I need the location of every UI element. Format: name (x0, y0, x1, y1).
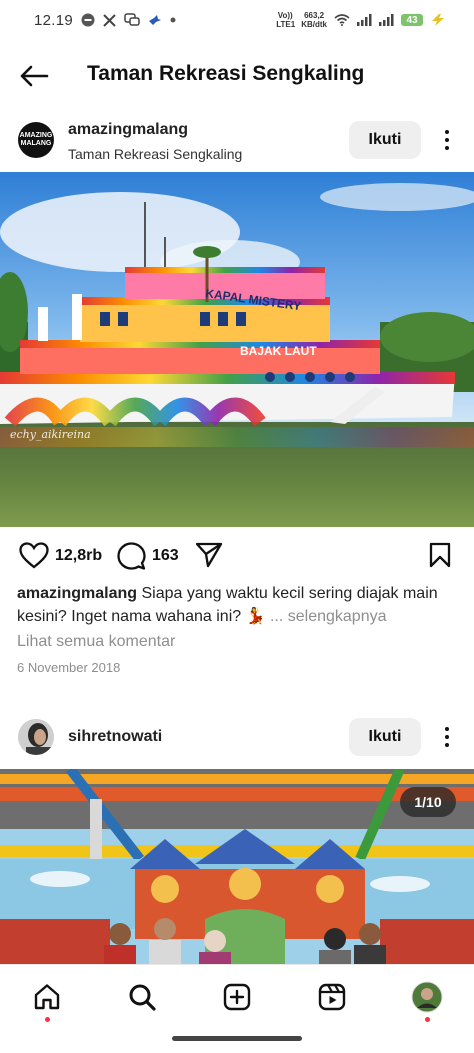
home-notification-dot (45, 1017, 50, 1022)
more-options-button[interactable] (436, 125, 458, 155)
avatar-logo-line2: MALANG (20, 140, 52, 147)
share-button[interactable] (195, 542, 223, 568)
more-notifications-icon (170, 17, 176, 23)
profile-notification-dot (425, 1017, 430, 1022)
create-icon (223, 983, 251, 1011)
dot (445, 130, 449, 134)
data-speed-unit: KB/dtk (301, 20, 327, 29)
follow-button[interactable]: Ikuti (349, 121, 421, 159)
dot (445, 138, 449, 142)
dot (445, 735, 449, 739)
comment-count: 163 (152, 547, 179, 564)
post-username-2[interactable]: sihretnowati (68, 728, 162, 746)
network-type: Vo)) LTE1 (276, 11, 296, 29)
post-date: 6 November 2018 (17, 660, 121, 675)
bird-app-icon (148, 14, 162, 26)
chat-icon (124, 13, 140, 27)
search-icon (129, 984, 156, 1011)
profile-avatar (411, 981, 443, 1013)
image-counter: 1/10 (400, 787, 456, 817)
dot (445, 743, 449, 747)
status-bar: 12.19 Vo)) LTE1 663,2 KB/dtk 43 (0, 0, 474, 40)
battery-indicator: 43 (401, 14, 423, 26)
heart-icon (19, 542, 49, 569)
post-actions: 12,8rb 163 (0, 536, 474, 576)
nav-reels[interactable] (316, 981, 348, 1013)
status-time: 12.19 (34, 11, 74, 29)
charging-icon (430, 14, 446, 26)
avatar-logo-line1: AMAZING (19, 132, 53, 139)
home-icon (34, 984, 60, 1010)
comment-icon (117, 542, 146, 570)
like-count: 12,8rb (55, 546, 103, 564)
view-all-comments-link[interactable]: Lihat semua komentar (17, 633, 175, 651)
image-watermark: echy_aikireina (10, 428, 91, 441)
data-speed: 663,2 KB/dtk (301, 11, 327, 29)
post-username[interactable]: amazingmalang (68, 121, 188, 139)
page-title: Taman Rekreasi Sengkaling (87, 62, 365, 85)
home-indicator (172, 1036, 302, 1041)
x-app-icon (103, 13, 116, 27)
boat-photo: KAPAL MISTERY BAJAK LAUT (0, 172, 474, 527)
like-button[interactable]: 12,8rb (19, 542, 102, 569)
nav-home[interactable] (31, 981, 63, 1013)
more-options-button-2[interactable] (436, 722, 458, 752)
signal-icon-2 (379, 14, 394, 26)
caption-username[interactable]: amazingmalang (17, 585, 137, 602)
reels-icon (318, 983, 346, 1011)
post-image[interactable]: KAPAL MISTERY BAJAK LAUT echy_aikireina (0, 172, 474, 527)
dnd-icon (81, 13, 95, 27)
post-header-2: sihretnowati Ikuti (0, 709, 474, 765)
bookmark-icon (429, 542, 451, 568)
wifi-icon (334, 14, 350, 26)
nav-search[interactable] (126, 981, 158, 1013)
boat-sign-bottom: BAJAK LAUT (240, 344, 317, 358)
post-caption: amazingmalang Siapa yang waktu kecil ser… (17, 582, 457, 628)
post-image-2[interactable]: 1/10 (0, 769, 474, 964)
signal-icon (357, 14, 372, 26)
avatar-photo (18, 719, 54, 755)
dot (445, 727, 449, 731)
data-speed-value: 663,2 (304, 11, 325, 20)
save-button[interactable] (429, 542, 451, 568)
avatar-2[interactable] (18, 719, 54, 755)
caption-more-link[interactable]: ... selengkapnya (270, 608, 387, 625)
comment-button[interactable]: 163 (117, 542, 179, 570)
post-header: AMAZING MALANG amazingmalang Taman Rekre… (0, 112, 474, 168)
app-bar: Taman Rekreasi Sengkaling (0, 48, 474, 104)
follow-button-2[interactable]: Ikuti (349, 718, 421, 756)
back-button[interactable] (18, 62, 50, 90)
dot (445, 146, 449, 150)
back-arrow-icon (20, 65, 49, 87)
avatar[interactable]: AMAZING MALANG (18, 122, 54, 158)
post-location[interactable]: Taman Rekreasi Sengkaling (68, 146, 242, 162)
nav-profile[interactable] (411, 981, 443, 1013)
nav-create[interactable] (221, 981, 253, 1013)
send-icon (195, 542, 223, 568)
